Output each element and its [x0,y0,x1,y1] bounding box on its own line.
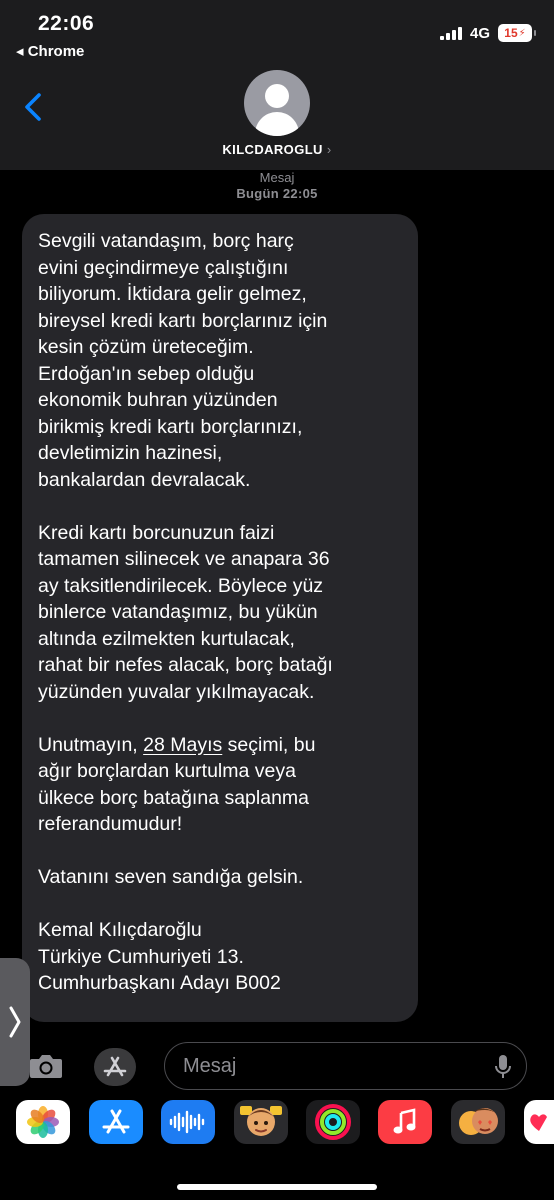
microphone-icon[interactable] [494,1054,512,1080]
chevron-left-icon[interactable] [22,92,44,122]
status-time: 22:06 [38,12,95,35]
service-label: Mesaj [259,170,295,185]
message-paragraph: Unutmayın, 28 Mayıs seçimi, bu ağır borç… [38,733,316,836]
photos-app-icon[interactable] [16,1100,70,1144]
activity-app-icon[interactable] [306,1100,360,1144]
message-paragraph: Vatanını seven sandığa gelsin. [38,866,304,888]
composer-row: Mesaj [0,1040,554,1092]
person-silhouette-icon [265,84,289,108]
contact-name-button[interactable]: KILCDAROGLU › [0,142,554,157]
back-to-app-link[interactable]: ◂ Chrome [16,42,84,60]
message-input-placeholder: Mesaj [183,1055,237,1077]
memoji-app-icon[interactable] [234,1100,288,1144]
message-timestamp: Bugün 22:05 [236,186,318,201]
memoji-stickers-icon[interactable] [451,1100,505,1144]
message-bubble[interactable]: Sevgili vatandaşım, borç harç evini geçi… [22,214,418,1022]
app-store-app-icon[interactable] [89,1100,143,1144]
message-paragraph: Kredi kartı borcunuzun faizi tamamen sil… [38,521,333,703]
chevron-right-icon: › [326,142,332,157]
message-paragraph: Sevgili vatandaşım, borç harç evini geçi… [38,230,328,491]
chevron-right-icon [9,1006,21,1038]
digital-touch-icon[interactable] [524,1100,554,1144]
message-input[interactable]: Mesaj [164,1042,527,1090]
audio-message-icon[interactable] [161,1100,215,1144]
date-link[interactable]: 28 Mayıs [143,734,222,756]
contact-avatar[interactable] [244,70,310,136]
message-signature: Kemal Kılıçdaroğlu Türkiye Cumhuriyeti 1… [38,919,281,994]
battery-level: 15 [504,26,518,40]
camera-icon[interactable] [28,1050,64,1082]
conversation-header: 22:06 ◂ Chrome 4G 15 ⚡ KILCDAROGLU › [0,0,554,170]
status-indicators: 4G 15 ⚡ [439,24,536,42]
network-type: 4G [469,24,490,42]
battery-icon: 15 ⚡ [498,24,536,42]
cellular-signal-icon [439,26,462,40]
home-indicator[interactable] [177,1184,377,1190]
app-store-icon[interactable] [94,1048,136,1086]
contact-name: KILCDAROGLU [222,142,323,157]
music-app-icon[interactable] [378,1100,432,1144]
imessage-app-strip [0,1096,554,1156]
